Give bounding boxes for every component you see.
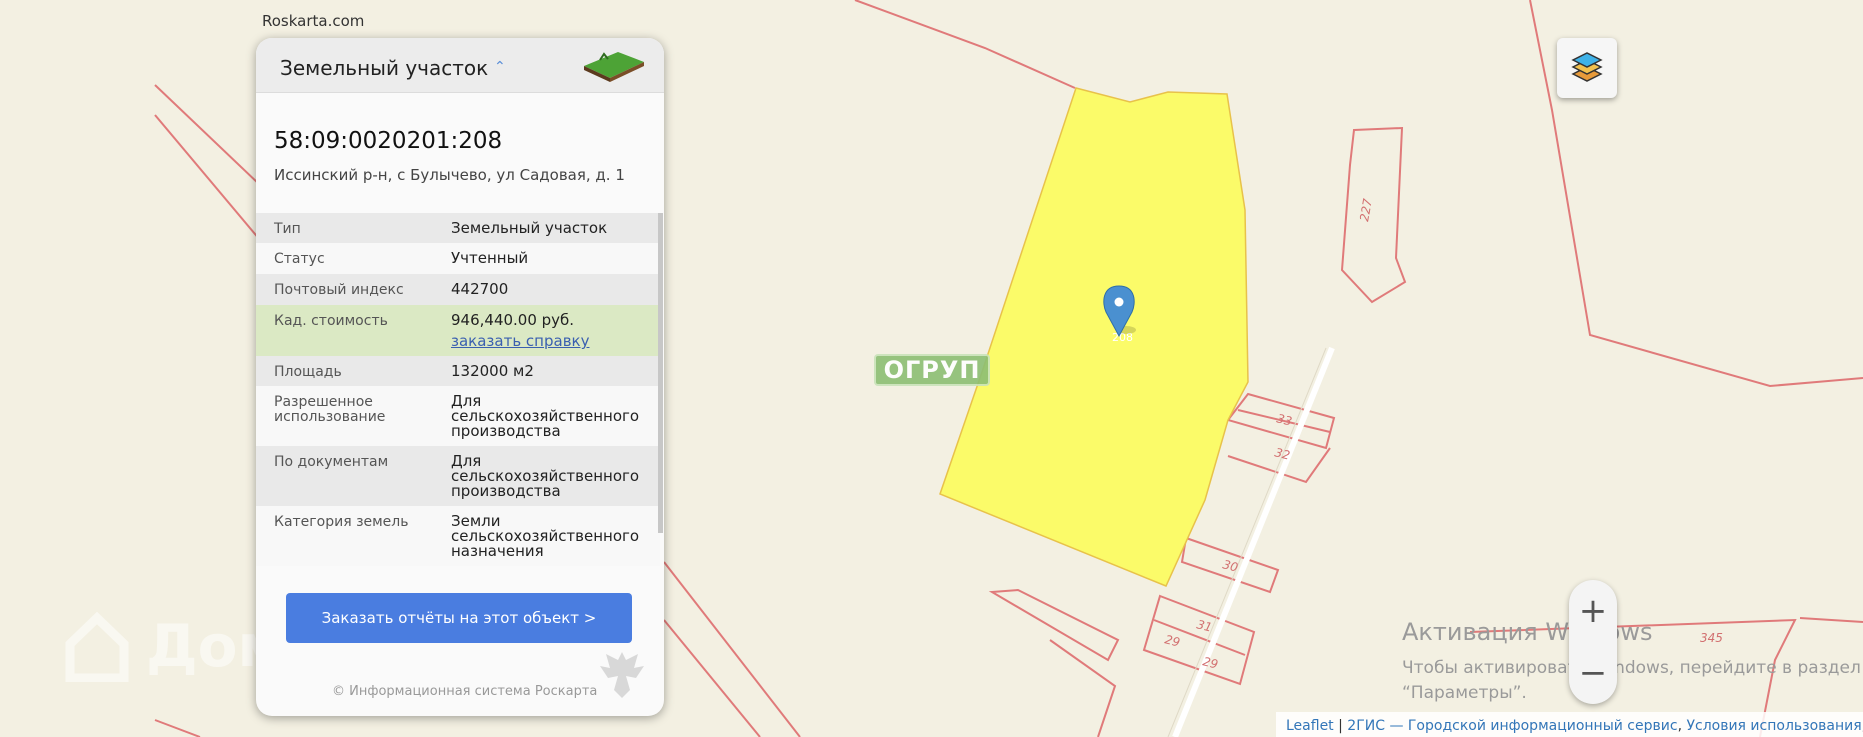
row-key: Разрешенное использование bbox=[274, 394, 386, 425]
table-row-cadastral-value: Кад. стоимость 946,440.00 руб. заказать … bbox=[256, 305, 660, 356]
parcel-boundary bbox=[663, 561, 801, 737]
table-row: Категория земель Земли сельскохозяйствен… bbox=[256, 506, 660, 566]
table-row: Разрешенное использование Для сельскохоз… bbox=[256, 386, 660, 446]
layers-button[interactable] bbox=[1557, 38, 1617, 98]
order-certificate-link[interactable]: заказать справку bbox=[451, 334, 651, 349]
table-row: Площадь 132000 м2 bbox=[256, 356, 660, 386]
row-key: По документам bbox=[274, 454, 389, 470]
activation-text: Чтобы активировать Windows, перейдите в … bbox=[1402, 658, 1861, 703]
parcel-boundary bbox=[1049, 639, 1117, 737]
activation-title: Активация Windows bbox=[1402, 618, 1653, 646]
table-row: По документам Для сельскохозяйственного … bbox=[256, 446, 660, 506]
row-value: Земли сельскохозяйственного назначения bbox=[451, 512, 640, 560]
object-info-card: Земельный участок ⌃ 58:09:0020201:208 Ис… bbox=[256, 38, 664, 716]
row-value: 946,440.00 руб. заказать справку bbox=[451, 311, 651, 352]
row-key: Кад. стоимость bbox=[274, 313, 388, 329]
parcel-boundary bbox=[854, 0, 1076, 89]
zoom-in-button[interactable]: + bbox=[1569, 580, 1617, 642]
row-value: Для сельскохозяйственного производства bbox=[451, 392, 640, 440]
layers-icon bbox=[1571, 52, 1603, 82]
table-row: Тип Земельный участок bbox=[256, 213, 660, 243]
parcel-number: 29 bbox=[1163, 632, 1181, 649]
card-header[interactable]: Земельный участок ⌃ bbox=[256, 38, 664, 93]
terms-link[interactable]: Условия использования bbox=[1686, 718, 1861, 734]
leaflet-link[interactable]: Leaflet bbox=[1286, 718, 1334, 734]
row-value: Учтенный bbox=[451, 249, 529, 267]
provider-link[interactable]: 2ГИС — Городской информационный сервис bbox=[1347, 718, 1677, 734]
land-plot-icon bbox=[584, 52, 644, 82]
parcel-boundary bbox=[988, 588, 1120, 662]
row-value: Земельный участок bbox=[451, 219, 608, 237]
parcel-number: 33 bbox=[1275, 411, 1293, 428]
object-address: Иссинский р-н, с Булычево, ул Садовая, д… bbox=[274, 166, 625, 184]
table-row: Почтовый индекс 442700 bbox=[256, 274, 660, 305]
row-key: Статус bbox=[274, 251, 325, 267]
card-title: Земельный участок bbox=[280, 56, 489, 80]
row-key: Тип bbox=[274, 221, 301, 237]
order-reports-button[interactable]: Заказать отчёты на этот объект > bbox=[286, 593, 632, 643]
windows-activation-notice: Активация Windows Чтобы активировать Win… bbox=[1402, 618, 1863, 706]
parcel-boundary bbox=[154, 719, 201, 737]
parcel-number: 30 bbox=[1221, 557, 1240, 574]
cadastral-number: 58:09:0020201:208 bbox=[274, 128, 503, 154]
row-key: Почтовый индекс bbox=[274, 282, 404, 298]
selected-parcel[interactable] bbox=[939, 87, 1249, 587]
emblem-icon bbox=[600, 652, 644, 698]
map-attribution: Leaflet | 2ГИС — Городской информационны… bbox=[1276, 712, 1863, 737]
attribution-separator: | bbox=[1333, 718, 1348, 734]
attributes-table: Тип Земельный участок Статус Учтенный По… bbox=[256, 213, 660, 566]
parcel-number: 227 bbox=[1357, 197, 1375, 222]
parcel-boundary bbox=[663, 619, 761, 737]
zoom-control: + − bbox=[1569, 580, 1617, 704]
brand-link[interactable]: Roskarta.com bbox=[262, 12, 364, 30]
house-icon bbox=[65, 611, 129, 682]
row-value: 442700 bbox=[451, 280, 509, 298]
cadastral-value: 946,440.00 руб. bbox=[451, 311, 575, 329]
chevron-up-icon[interactable]: ⌃ bbox=[494, 59, 506, 75]
parcel-boundary bbox=[1340, 126, 1407, 304]
copyright-text: © Информационная система Роскарта bbox=[332, 684, 598, 699]
map-overlay-label: ОГРУП bbox=[874, 354, 990, 386]
row-key: Площадь bbox=[274, 364, 342, 380]
table-row: Статус Учтенный bbox=[256, 243, 660, 274]
row-key: Категория земель bbox=[274, 514, 409, 530]
row-value: 132000 м2 bbox=[451, 362, 534, 380]
table-scrollbar[interactable] bbox=[658, 213, 663, 533]
row-value: Для сельскохозяйственного производства bbox=[451, 452, 640, 500]
zoom-out-button[interactable]: − bbox=[1569, 642, 1617, 704]
